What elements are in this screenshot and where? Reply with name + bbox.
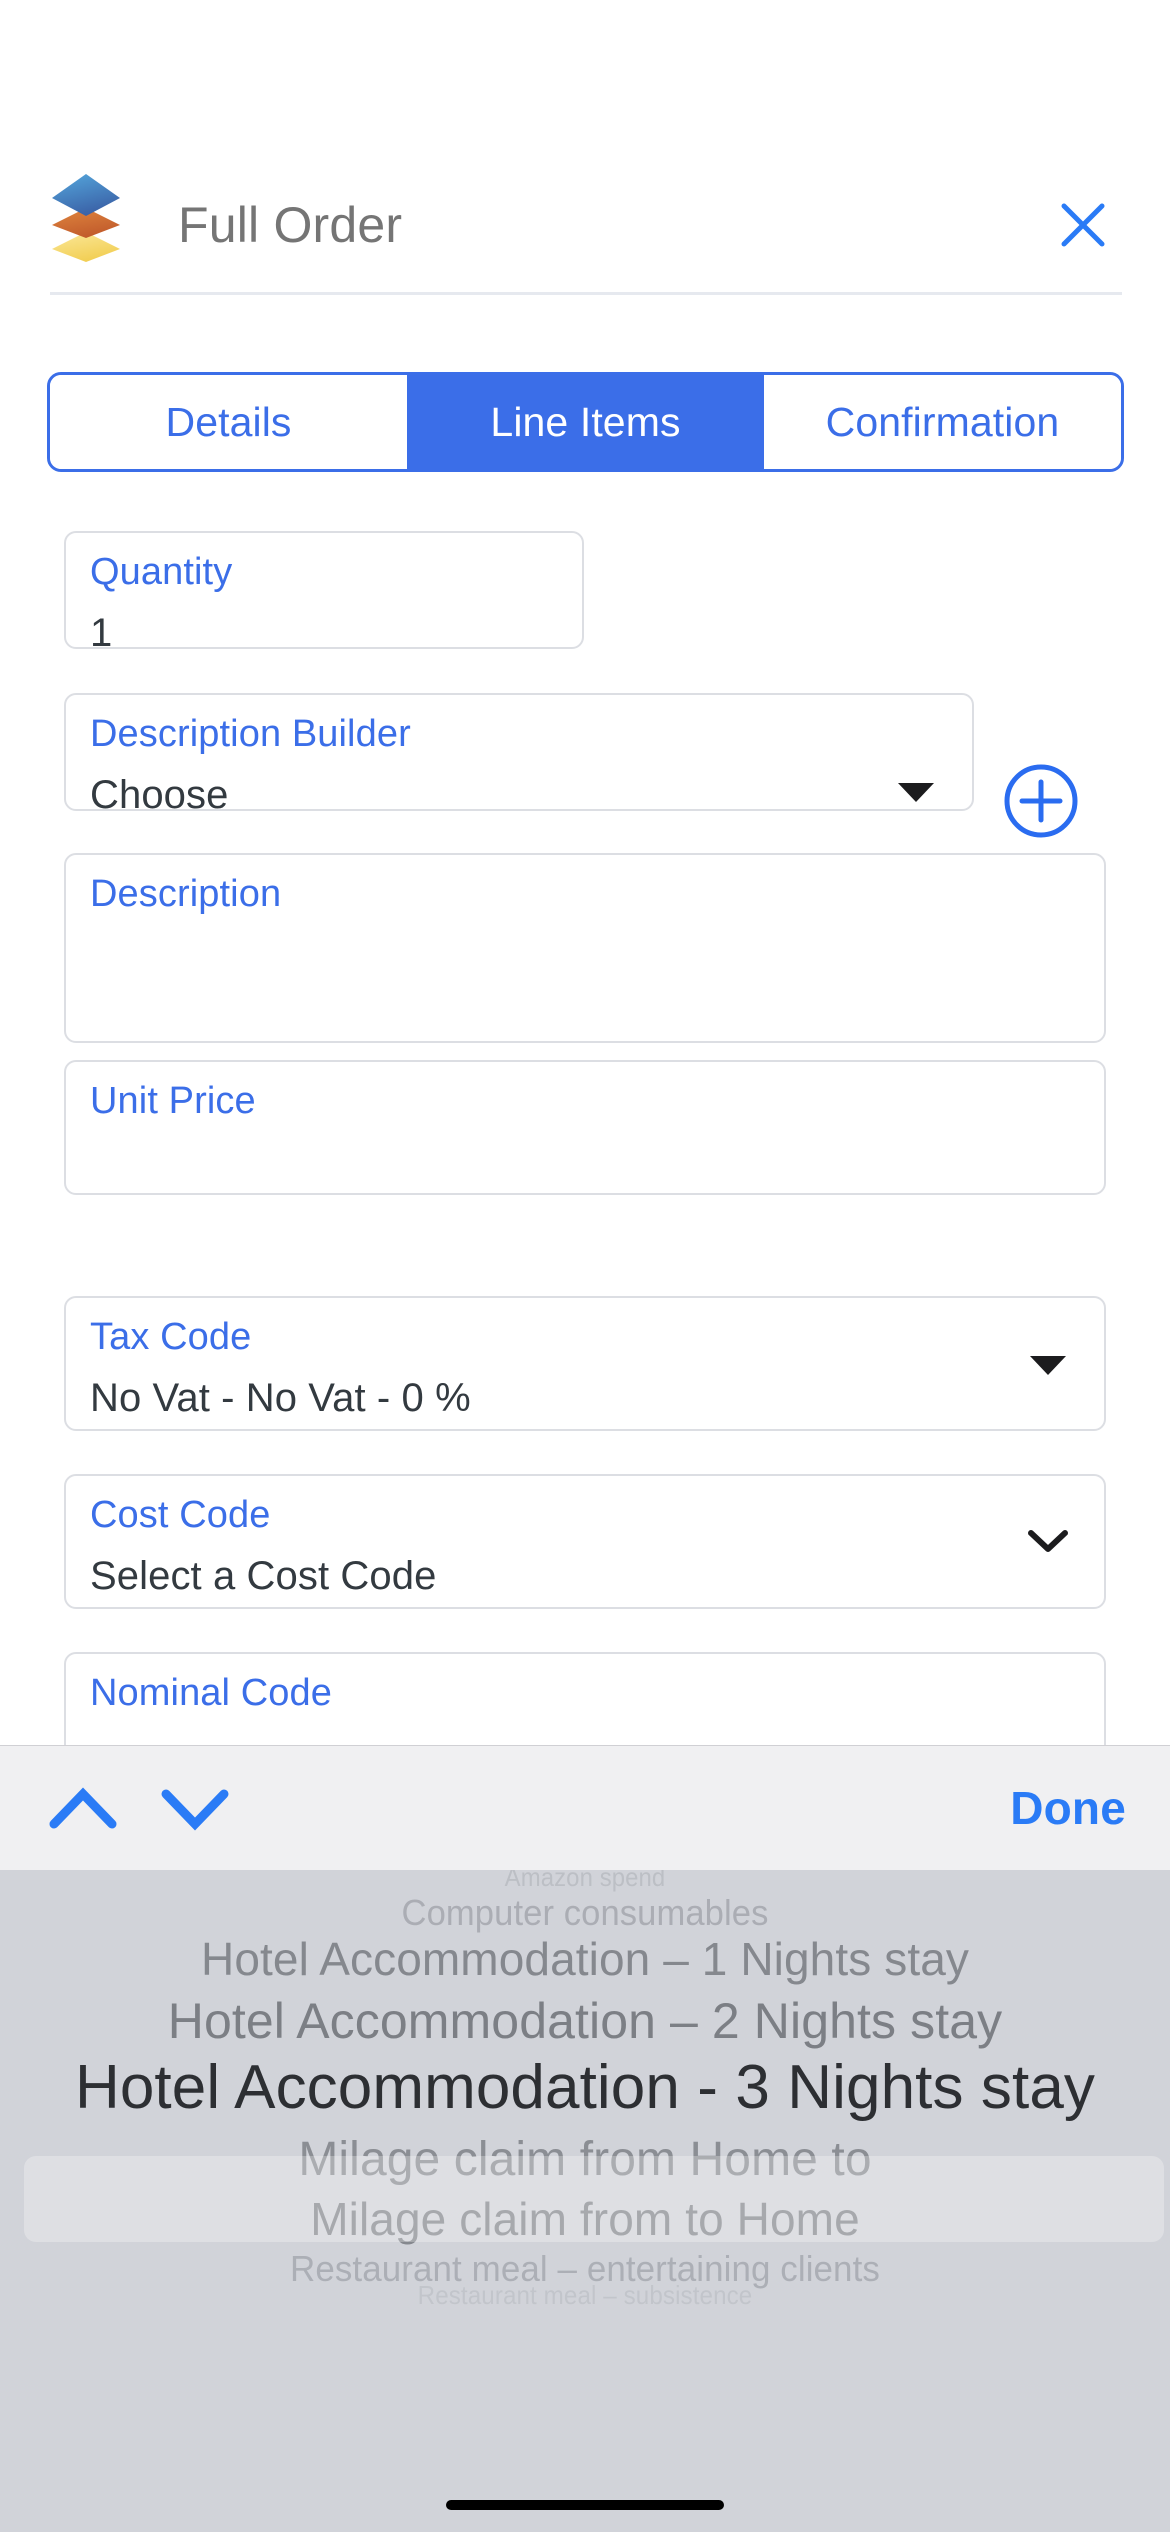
close-icon bbox=[1057, 199, 1109, 251]
cost-code-field[interactable]: Cost Code Select a Cost Code bbox=[64, 1474, 1106, 1609]
nominal-code-label: Nominal Code bbox=[90, 1672, 332, 1714]
chevron-down-icon bbox=[1026, 1526, 1070, 1561]
chevron-down-icon bbox=[150, 1776, 240, 1842]
tax-code-value: No Vat - No Vat - 0 % bbox=[90, 1376, 471, 1420]
nominal-code-field[interactable]: Nominal Code bbox=[64, 1652, 1106, 1745]
quantity-label: Quantity bbox=[90, 551, 233, 593]
description-label: Description bbox=[90, 873, 282, 915]
picker-option[interactable]: Hotel Accommodation - 3 Nights stay bbox=[0, 2052, 1170, 2123]
done-button[interactable]: Done bbox=[1010, 1746, 1126, 1871]
description-builder-value: Choose bbox=[90, 773, 229, 817]
description-builder-label: Description Builder bbox=[90, 713, 411, 755]
picker-selection-indicator bbox=[24, 2156, 1164, 2242]
full-order-modal-sheet: Full Order Details Line Items Confirmati… bbox=[0, 0, 1170, 1745]
chevron-up-icon bbox=[38, 1776, 128, 1842]
unit-price-field[interactable]: Unit Price bbox=[64, 1060, 1106, 1195]
home-indicator bbox=[446, 2500, 724, 2510]
modal-header: Full Order bbox=[0, 150, 1170, 300]
tab-confirmation[interactable]: Confirmation bbox=[764, 375, 1121, 469]
tab-line-items[interactable]: Line Items bbox=[407, 375, 764, 469]
cost-code-value: Select a Cost Code bbox=[90, 1554, 437, 1598]
unit-price-label: Unit Price bbox=[90, 1080, 256, 1122]
description-field[interactable]: Description bbox=[64, 853, 1106, 1043]
picker-option[interactable]: Computer consumables bbox=[23, 1892, 1146, 1934]
description-builder-field[interactable]: Description Builder Choose bbox=[64, 693, 974, 817]
quantity-value: 1 bbox=[90, 611, 113, 655]
previous-field-button[interactable] bbox=[38, 1776, 128, 1842]
chevron-down-icon bbox=[1030, 1356, 1066, 1375]
picker-option[interactable]: Hotel Accommodation – 2 Nights stay bbox=[0, 1992, 1170, 2050]
picker-option[interactable]: Hotel Accommodation – 1 Nights stay bbox=[0, 1932, 1170, 1986]
quantity-field[interactable]: Quantity 1 bbox=[64, 531, 584, 655]
cost-code-label: Cost Code bbox=[90, 1494, 271, 1536]
stacked-layers-icon bbox=[48, 172, 124, 262]
keyboard-accessory-bar: Done bbox=[0, 1745, 1170, 1870]
next-field-button[interactable] bbox=[150, 1776, 240, 1842]
add-line-item-button[interactable] bbox=[1002, 762, 1080, 840]
close-button[interactable] bbox=[1038, 150, 1128, 300]
tax-code-label: Tax Code bbox=[90, 1316, 252, 1358]
picker-option[interactable]: Restaurant meal – subsistence bbox=[41, 2280, 1129, 2311]
tax-code-field[interactable]: Tax Code No Vat - No Vat - 0 % bbox=[64, 1296, 1106, 1431]
tab-bar: Details Line Items Confirmation bbox=[47, 372, 1124, 472]
header-divider bbox=[50, 292, 1122, 295]
plus-circle-icon bbox=[1002, 762, 1080, 840]
chevron-down-icon bbox=[898, 783, 934, 802]
tab-details[interactable]: Details bbox=[50, 375, 407, 469]
picker-option[interactable]: Amazon spend bbox=[47, 1870, 1123, 1893]
page-title: Full Order bbox=[178, 197, 403, 253]
